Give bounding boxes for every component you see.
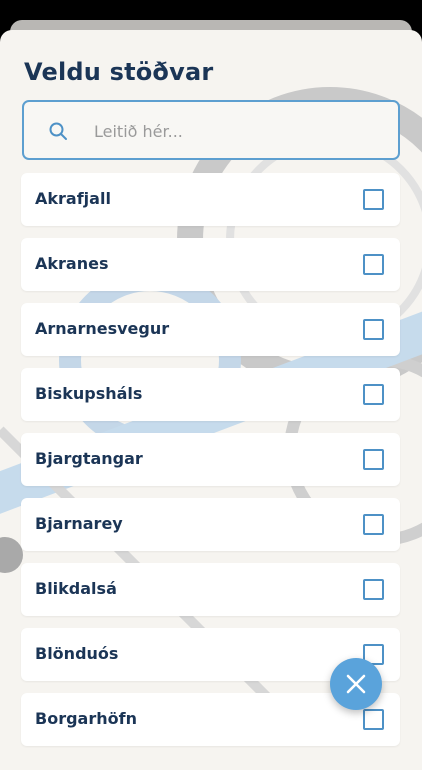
station-checkbox[interactable] [363, 709, 384, 730]
search-field[interactable] [22, 100, 400, 160]
station-label: Bjargtangar [35, 449, 143, 468]
list-item[interactable]: Biskupsháls [21, 368, 400, 421]
station-label: Blönduós [35, 644, 119, 663]
station-label: Bjarnarey [35, 514, 123, 533]
close-button[interactable] [330, 658, 382, 710]
list-item[interactable]: Bjarnarey [21, 498, 400, 551]
station-checkbox[interactable] [363, 514, 384, 535]
list-item[interactable]: Akrafjall [21, 173, 400, 226]
list-item[interactable]: Bjargtangar [21, 433, 400, 486]
search-icon [49, 122, 67, 140]
station-label: Borgarhöfn [35, 709, 137, 728]
station-checkbox[interactable] [363, 319, 384, 340]
station-checkbox[interactable] [363, 189, 384, 210]
list-item[interactable]: Akranes [21, 238, 400, 291]
station-label: Blikdalsá [35, 579, 117, 598]
station-checkbox[interactable] [363, 384, 384, 405]
list-item[interactable]: Arnarnesvegur [21, 303, 400, 356]
station-checkbox[interactable] [363, 254, 384, 275]
page-title: Veldu stöðvar [24, 58, 214, 86]
station-checkbox[interactable] [363, 449, 384, 470]
station-label: Akrafjall [35, 189, 111, 208]
station-label: Akranes [35, 254, 109, 273]
station-label: Arnarnesvegur [35, 319, 170, 338]
station-label: Biskupsháls [35, 384, 143, 403]
close-icon [346, 674, 366, 694]
search-input[interactable] [94, 116, 374, 146]
list-item[interactable]: Blikdalsá [21, 563, 400, 616]
station-checkbox[interactable] [363, 579, 384, 600]
